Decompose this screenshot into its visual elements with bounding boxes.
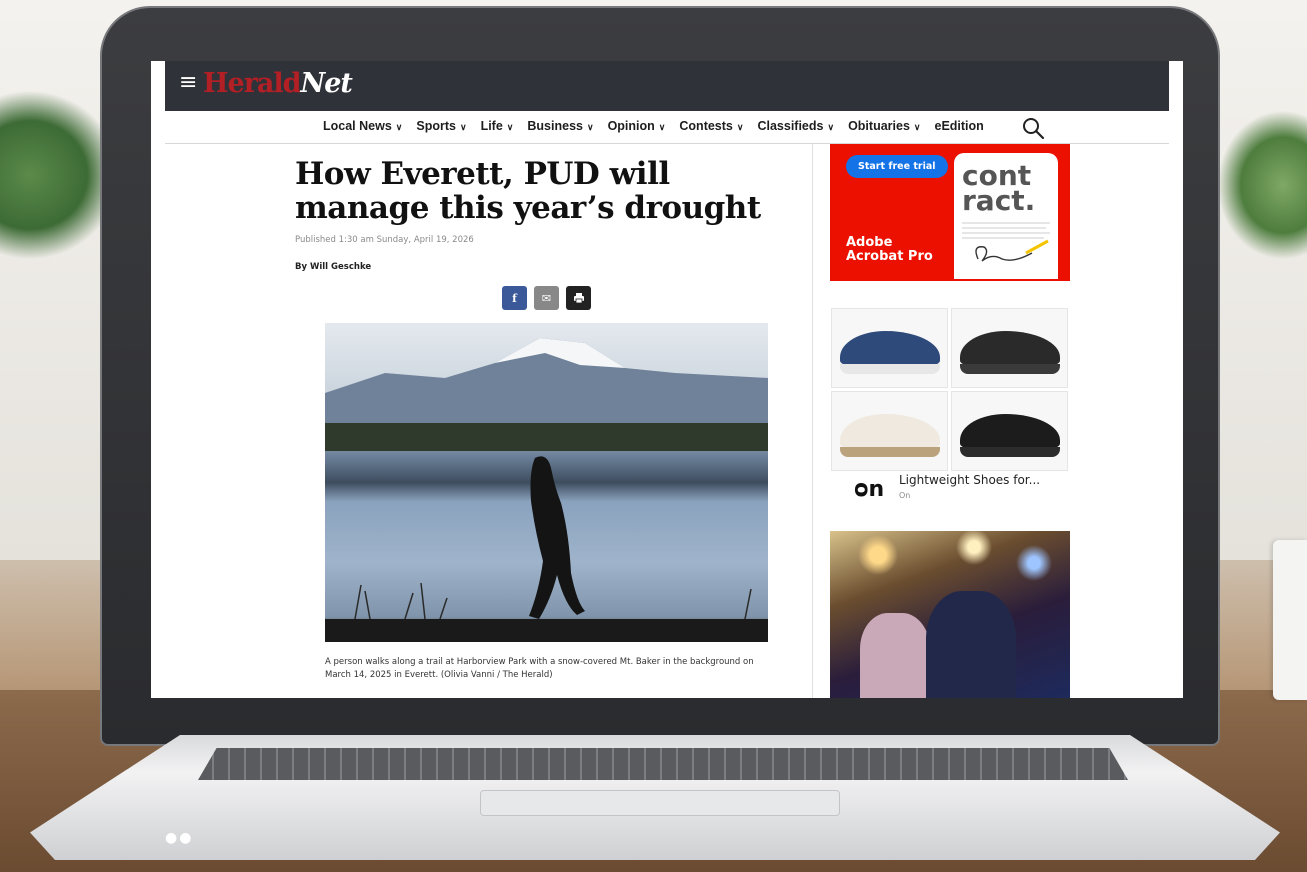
shoe-image-3[interactable] [831,391,948,471]
laptop-keyboard [198,748,1128,780]
chevron-down-icon: ∨ [736,122,744,132]
shoe-upper [840,414,940,450]
shoe-image-4[interactable] [951,391,1068,471]
shoe-sole [840,447,940,457]
nav-item-eedition[interactable]: eEdition [935,119,984,133]
nav-item-sports[interactable]: Sports ∨ [416,119,466,133]
nav-item-label: Classifieds [757,119,824,133]
ad-headline[interactable]: Lightweight Shoes for... [899,473,1040,487]
adobe-ad[interactable]: Start free trial Adobe Acrobat Pro cont … [830,144,1070,281]
plant-right [1217,110,1307,260]
shoe-sole [840,364,940,374]
article-byline[interactable]: By Will Geschke [295,262,371,272]
nav-items: Local News ∨ Sports ∨ Life ∨ Business ∨ Opinion ∨… [323,119,984,133]
menu-icon[interactable]: ≡ [179,72,197,94]
main-nav: Local News ∨ Sports ∨ Life ∨ Business ∨ Opinion ∨… [165,111,1169,144]
nav-item-label: Sports [416,119,456,133]
start-trial-button[interactable]: Start free trial [846,155,948,178]
chevron-down-icon: ∨ [658,122,666,132]
column-divider [812,144,813,698]
site-logo[interactable]: HeraldNet [203,68,353,99]
facebook-icon: f [512,291,517,305]
nav-item-classifieds[interactable]: Classifieds ∨ [757,119,834,133]
logo-herald-text: Herald [203,68,302,99]
chevron-down-icon: ∨ [913,122,921,132]
doc-title: cont ract. [962,159,1036,217]
chevron-down-icon: ∨ [395,122,403,132]
adobe-brand: Adobe Acrobat Pro [846,236,933,264]
shoe-image-2[interactable] [951,308,1068,388]
shoe-sole [960,447,1060,457]
on-logo: ᴑn [854,477,885,502]
signature-image [962,222,1050,262]
shoe-upper [960,331,1060,367]
adobe-brand-line1: Adobe [846,235,893,250]
email-icon: ✉ [541,291,552,305]
nav-item-business[interactable]: Business ∨ [527,119,593,133]
chevron-down-icon: ∨ [827,122,835,132]
laptop-indicator-lights: ●● [165,830,194,846]
chevron-down-icon: ∨ [586,122,594,132]
nav-item-label: Contests [679,119,733,133]
chevron-down-icon: ∨ [506,122,514,132]
nav-item-label: Opinion [607,119,655,133]
print-button[interactable] [566,286,591,310]
nav-item-life[interactable]: Life ∨ [481,119,514,133]
nav-item-label: eEdition [934,119,984,133]
cup [1273,540,1307,700]
facebook-share-button[interactable]: f [502,286,527,310]
nav-item-label: Business [527,119,583,133]
nav-item-label: Obituaries [848,119,910,133]
nav-item-contests[interactable]: Contests ∨ [679,119,743,133]
email-share-button[interactable]: ✉ [534,286,559,310]
photo-scene [325,338,768,642]
shoe-upper [960,414,1060,450]
shoes-ad[interactable]: ▷ ⁝ ᴑn Lightweight Shoes for... On [830,305,1070,505]
print-icon [573,293,584,304]
contract-document-image: cont ract. [954,153,1058,279]
shoe-sole [960,364,1060,374]
shoe-upper [840,331,940,367]
site-header: ≡ HeraldNet [165,61,1169,111]
article-photo[interactable] [325,323,768,642]
shoe-image-1[interactable] [831,308,948,388]
casino-ad-image[interactable] [830,531,1070,698]
adobe-brand-line2: Acrobat Pro [846,249,933,264]
nav-item-obituaries[interactable]: Obituaries ∨ [848,119,920,133]
man-figure [926,591,1016,698]
ad-advertiser: On [899,491,911,500]
nav-item-opinion[interactable]: Opinion ∨ [608,119,666,133]
laptop-trackpad [480,790,840,816]
chevron-down-icon: ∨ [459,122,467,132]
article-headline: How Everett, PUD will manage this year’s… [295,156,761,226]
browser-screen: ≡ HeraldNet Local News ∨ Sports ∨ Life ∨ Busin… [151,61,1183,698]
article-published-date: Published 1:30 am Sunday, April 19, 2026 [295,235,474,245]
nav-item-label: Local News [323,119,392,133]
search-icon[interactable] [1021,116,1045,140]
woman-figure [860,613,930,698]
logo-net-text: Net [300,68,353,99]
nav-item-local-news[interactable]: Local News ∨ [323,119,402,133]
photo-caption: A person walks along a trail at Harborvi… [325,657,754,680]
nav-item-label: Life [480,119,503,133]
